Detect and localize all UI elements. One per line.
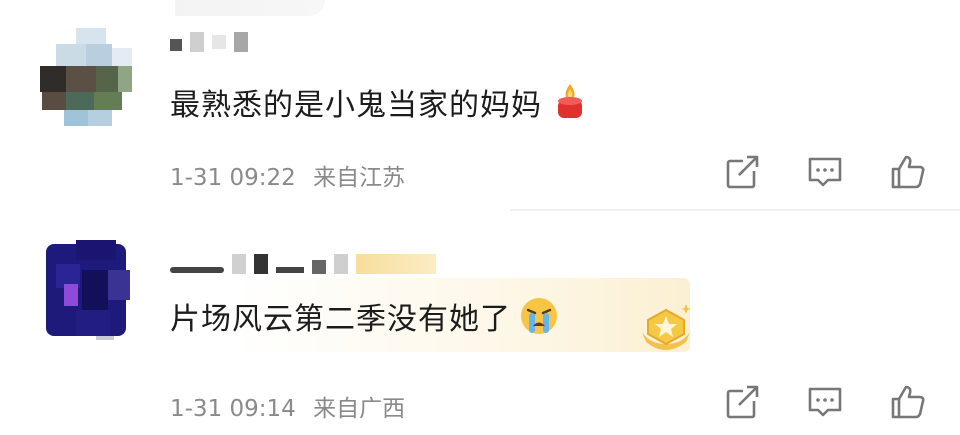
comment-text: 片场风云第二季没有她了 <box>170 302 511 337</box>
like-button[interactable] <box>886 380 930 424</box>
username-redacted <box>276 267 304 273</box>
comment-date: 1-31 09:14 <box>170 396 296 422</box>
username-redacted <box>190 32 204 52</box>
username-redacted <box>356 254 436 274</box>
comment-actions <box>720 380 930 424</box>
share-icon <box>726 383 761 419</box>
comment-divider <box>510 209 960 211</box>
candle-emoji <box>550 82 590 122</box>
share-icon <box>726 153 761 189</box>
reply-icon <box>808 387 842 417</box>
crying-emoji <box>519 296 559 336</box>
like-button[interactable] <box>886 150 930 194</box>
avatar[interactable] <box>36 28 136 128</box>
reply-button[interactable] <box>803 150 847 194</box>
comment-date: 1-31 09:22 <box>170 165 296 191</box>
vip-star-badge-icon <box>636 298 696 354</box>
username[interactable] <box>170 254 436 274</box>
comment-text-row: 片场风云第二季没有她了 <box>170 294 559 338</box>
username-redacted <box>170 267 224 273</box>
username-redacted <box>334 254 348 274</box>
comment-location: 来自广西 <box>313 396 406 422</box>
username[interactable] <box>170 32 248 52</box>
username-redacted <box>170 39 182 51</box>
comment-meta: 1-31 09:22 来自江苏 <box>170 158 405 192</box>
share-button[interactable] <box>720 150 764 194</box>
comment-location: 来自江苏 <box>313 165 406 191</box>
reply-button[interactable] <box>803 380 847 424</box>
comment-text: 最熟悉的是小鬼当家的妈妈 <box>170 88 542 123</box>
avatar[interactable] <box>36 240 136 340</box>
share-button[interactable] <box>720 380 764 424</box>
username-redacted <box>232 254 246 274</box>
comment-meta: 1-31 09:14 来自广西 <box>170 389 405 423</box>
comment-actions <box>720 150 930 194</box>
username-redacted <box>212 35 226 49</box>
like-icon <box>891 155 925 189</box>
comment-item: 片场风云第二季没有她了 1-31 09:14 来自广西 <box>0 212 960 435</box>
username-redacted <box>234 32 248 52</box>
comment-text-row: 最熟悉的是小鬼当家的妈妈 <box>170 80 590 124</box>
reply-icon <box>808 157 842 187</box>
username-redacted <box>254 254 268 274</box>
comment-item: 最熟悉的是小鬼当家的妈妈 1-31 09:22 来自江苏 <box>0 0 960 210</box>
like-icon <box>891 385 925 419</box>
username-redacted <box>312 260 326 274</box>
